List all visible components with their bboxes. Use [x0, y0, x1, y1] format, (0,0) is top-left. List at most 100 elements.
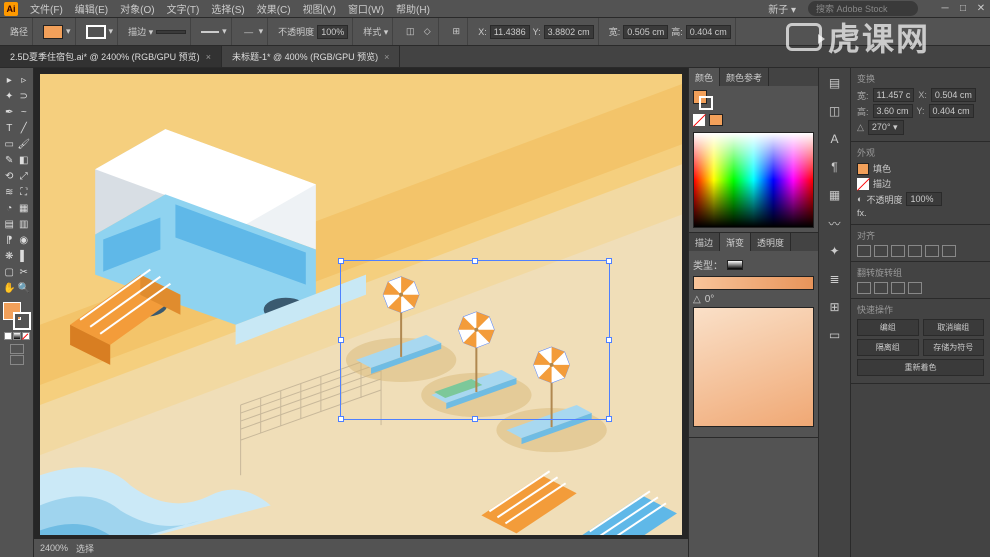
align-vcenter-icon[interactable]	[925, 245, 939, 257]
gradient-type-linear[interactable]	[727, 260, 743, 270]
h-input[interactable]: 0.404 cm	[686, 25, 731, 39]
btn-recolor[interactable]: 重新着色	[857, 359, 984, 376]
align-bottom-icon[interactable]	[942, 245, 956, 257]
width-tool[interactable]: ≋	[2, 184, 17, 200]
slice-tool[interactable]: ✂	[17, 264, 32, 280]
appearance-stroke-swatch[interactable]	[857, 178, 869, 190]
direct-select-tool[interactable]: ▹	[17, 72, 32, 88]
btn-save-symbol[interactable]: 存储为符号	[923, 339, 985, 356]
panel-tab-color-guide[interactable]: 颜色参考	[720, 68, 769, 86]
stroke-profile[interactable]	[201, 31, 219, 33]
opacity-input[interactable]: 100%	[317, 25, 348, 39]
artboards-icon[interactable]: ▭	[826, 326, 844, 344]
menu-window[interactable]: 窗口(W)	[348, 1, 384, 16]
stroke-weight-input[interactable]	[156, 30, 186, 34]
btn-group[interactable]: 编组	[857, 319, 919, 336]
window-min-icon[interactable]: ─	[940, 4, 950, 14]
artboard[interactable]	[40, 74, 682, 535]
menu-edit[interactable]: 编辑(E)	[75, 1, 108, 16]
selection-bounding-box[interactable]	[340, 260, 610, 420]
zoom-tool[interactable]: 🔍	[17, 280, 32, 296]
fx-icon[interactable]: fx.	[857, 208, 867, 218]
rotate-tool[interactable]: ⟲	[2, 168, 17, 184]
pf-intersect-icon[interactable]	[891, 282, 905, 294]
gradient-tool[interactable]: ▥	[17, 216, 32, 232]
gradient-slider[interactable]	[693, 276, 814, 290]
prop-y[interactable]: 0.404 cm	[929, 104, 974, 118]
zoom-input[interactable]: 2400%	[40, 543, 68, 553]
tab-doc-2[interactable]: 未标题-1* @ 400% (RGB/GPU 预览)×	[222, 46, 400, 67]
tab-doc-1[interactable]: 2.5D夏季住宿包.ai* @ 2400% (RGB/GPU 预览)×	[0, 46, 222, 67]
tab-close-icon[interactable]: ×	[384, 52, 389, 62]
btn-isolate[interactable]: 隔离组	[857, 339, 919, 356]
align-right-icon[interactable]	[891, 245, 905, 257]
pf-exclude-icon[interactable]	[908, 282, 922, 294]
panel-tab-transparency[interactable]: 透明度	[751, 233, 791, 251]
menu-file[interactable]: 文件(F)	[30, 1, 63, 16]
align-hcenter-icon[interactable]	[874, 245, 888, 257]
panel-tab-color[interactable]: 颜色	[689, 68, 720, 86]
tab-close-icon[interactable]: ×	[206, 52, 211, 62]
menu-type[interactable]: 文字(T)	[167, 1, 200, 16]
panel-fill-stroke[interactable]	[693, 90, 713, 110]
asset-icon[interactable]: ⊞	[826, 298, 844, 316]
line-tool[interactable]: ╱	[17, 120, 32, 136]
symbols-icon[interactable]: ✦	[826, 242, 844, 260]
magic-wand-tool[interactable]: ✦	[2, 88, 17, 104]
fill-stroke-swatch[interactable]	[3, 302, 31, 330]
artboard-tool[interactable]: ▢	[2, 264, 17, 280]
brushes-icon[interactable]: 〰	[826, 214, 844, 232]
properties-icon[interactable]: ▤	[826, 74, 844, 92]
appearance-opacity[interactable]: 100%	[906, 192, 942, 206]
char-icon[interactable]: A	[826, 130, 844, 148]
brush-def-icon[interactable]: —	[242, 25, 256, 39]
y-input[interactable]: 3.8802 cm	[544, 25, 594, 39]
stroke-label[interactable]: 描边 ▾	[128, 25, 153, 38]
selection-tool[interactable]: ▸	[2, 72, 17, 88]
perspective-tool[interactable]: ▦	[17, 200, 32, 216]
libraries-icon[interactable]: ◫	[826, 102, 844, 120]
hand-tool[interactable]: ✋	[2, 280, 17, 296]
brush-tool[interactable]: 🖌	[17, 136, 32, 152]
symbol-spray-tool[interactable]: ❋	[2, 248, 17, 264]
window-max-icon[interactable]: □	[958, 4, 968, 14]
gradient-angle-input[interactable]: 0°	[705, 294, 715, 305]
menu-select[interactable]: 选择(S)	[211, 1, 244, 16]
rect-tool[interactable]: ▭	[2, 136, 17, 152]
style-label[interactable]: 样式 ▾	[363, 25, 388, 38]
color-spectrum[interactable]	[693, 132, 814, 228]
paragraph-icon[interactable]: ¶	[826, 158, 844, 176]
menu-help[interactable]: 帮助(H)	[396, 1, 430, 16]
menu-object[interactable]: 对象(O)	[120, 1, 154, 16]
appearance-fill-swatch[interactable]	[857, 163, 869, 175]
pen-tool[interactable]: ✒	[2, 104, 17, 120]
shape-icon[interactable]: ◇	[420, 25, 434, 39]
menu-view[interactable]: 视图(V)	[303, 1, 336, 16]
w-input[interactable]: 0.505 cm	[623, 25, 668, 39]
mesh-tool[interactable]: ▤	[2, 216, 17, 232]
color-mode-toggle[interactable]	[2, 332, 31, 340]
free-transform-tool[interactable]: ⛶	[17, 184, 32, 200]
layers-icon[interactable]: ≣	[826, 270, 844, 288]
fill-swatch[interactable]	[43, 25, 63, 39]
align-left-icon[interactable]	[857, 245, 871, 257]
prop-rotate[interactable]: 270° ▾	[868, 120, 904, 135]
scale-tool[interactable]: ⤢	[17, 168, 32, 184]
prop-w[interactable]: 11.457 c	[873, 88, 915, 102]
prop-h[interactable]: 3.60 cm	[873, 104, 913, 118]
workspace-switcher[interactable]: 新子 ▾	[768, 1, 796, 16]
stroke-swatch[interactable]	[86, 25, 106, 39]
menu-effect[interactable]: 效果(C)	[257, 1, 291, 16]
swatches-icon[interactable]: ▦	[826, 186, 844, 204]
align-icon[interactable]: ◫	[403, 25, 417, 39]
blend-tool[interactable]: ◉	[17, 232, 32, 248]
search-input[interactable]: 搜索 Adobe Stock	[808, 1, 918, 16]
graph-tool[interactable]: ▌	[17, 248, 32, 264]
align-top-icon[interactable]	[908, 245, 922, 257]
transform-icon[interactable]: ⊞	[449, 25, 463, 39]
eyedropper-tool[interactable]: ⁋	[2, 232, 17, 248]
prop-x[interactable]: 0.504 cm	[931, 88, 976, 102]
lasso-tool[interactable]: ⊃	[17, 88, 32, 104]
type-tool[interactable]: T	[2, 120, 17, 136]
panel-tab-stroke[interactable]: 描边	[689, 233, 720, 251]
